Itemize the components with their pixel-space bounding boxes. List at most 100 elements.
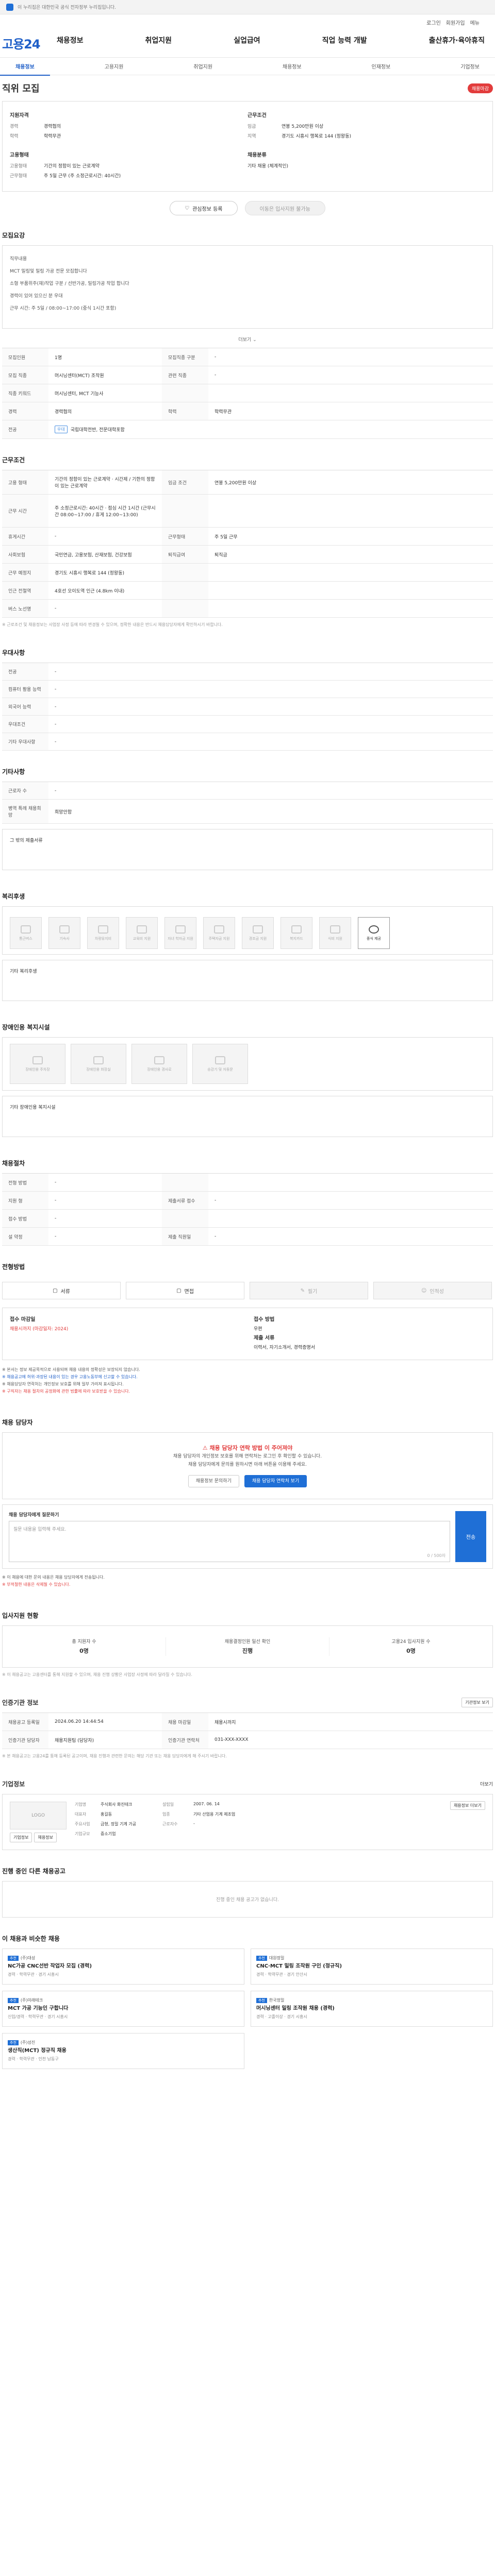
agency-header: 인증기관 정보 기관정보 보기 [0,1692,495,1713]
method-buttons: ▢ 서류 ▢ 면접 ✎ 필기 ☺ 인적성 [0,1277,495,1308]
welfare-item: 교육비 지원 [126,917,158,949]
agency-note: ※ 본 채용공고는 고용24를 통해 등록된 공고이며, 채용 진행과 관련한 … [2,1754,227,1758]
disability-item: 장애인용 화장실 [71,1044,126,1084]
table-value: 031-XXX-XXXX [208,1731,493,1749]
table-value: - [48,733,493,751]
warning-icon: ⚠ [202,1445,210,1451]
recommend-card[interactable]: 추천 (주)성진 생산직(MCT) 정규직 채용 경력 · 학력무관 · 인천 남동구 [2,2033,244,2069]
recommend-card[interactable]: 추천 한국정밀 머시닝센터 밀링 조작원 채용 (경력) 경력 · 고졸이상 · 경기… [251,1991,493,2027]
inquiry-textarea[interactable]: 질문 내용을 입력해 주세요. 0 / 500자 [9,1521,450,1562]
recruit-text-line: 직무내용 [10,257,27,262]
table-value: 경력협의 [48,402,162,420]
table-key: 고용 형태 [2,470,48,495]
summary-key: 임금 [248,124,256,129]
parking-icon [32,1056,43,1064]
company-more-link[interactable]: 더보기 [480,1781,493,1787]
table-value [208,1210,493,1228]
job-title: 직위 모집 [2,83,40,94]
subnav-company[interactable]: 기업정보 [445,62,495,70]
prefer-table: 전공 - 컴퓨터 활용 능력 - 외국어 능력 - 우대조건 - 기타 우대사항 - [2,663,493,751]
nav-vocational-training[interactable]: 직업 능력 개발 [322,35,367,45]
table-value: 학력무관 [208,402,493,420]
company-value [193,1831,442,1837]
section-title-recruit: 모집요강 [2,231,25,239]
header-utility: 로그인 회원가입 메뉴 [426,19,480,26]
site-logo[interactable]: 고용24 [2,34,41,52]
method-written-button[interactable]: ✎ 필기 [250,1282,368,1299]
agency-info-button[interactable]: 기관정보 보기 [461,1697,493,1707]
disability-grid: 장애인용 주차장 장애인용 화장실 장애인용 경사로 승강기 및 자동문 [2,1037,493,1091]
inquiry-button[interactable]: 채용정보 문의하기 [188,1475,239,1487]
subnav-support[interactable]: 취업지원 [178,62,228,70]
table-key: 학력 [162,402,208,420]
login-link[interactable]: 로그인 [426,19,441,26]
table-value: 주 소정근로시간: 40시간 · 점심 시간 1시간 (근무시간 08:00~1… [48,495,162,528]
method-interview-button[interactable]: ▢ 면접 [126,1282,244,1299]
deadline-value: 채용시까지 (마감일자: 2024) [10,1327,69,1332]
pencil-icon: ✎ [300,1287,305,1294]
manager-alert-buttons: 채용정보 문의하기 채용 담당자 연락처 보기 [3,1475,492,1487]
manager-alert-title-text: 채용 담당자 연락 방법 이 주어져야 [209,1445,293,1451]
table-key: 직종 키워드 [2,384,48,402]
sub-nav: 채용정보 고용지원 취업지원 채용정보 인재정보 기업정보 [0,58,495,76]
reco-name-row: 추천 한국정밀 [256,1996,487,2005]
save-interest-button[interactable]: ♡ 관심정보 등록 [170,201,238,215]
table-value [208,495,493,528]
table-key [162,1174,208,1192]
company-info-button[interactable]: 기업정보 [10,1833,32,1842]
menu-link[interactable]: 메뉴 [470,19,480,26]
summary-employment-type: 고용형태 고용형태 기간의 정함이 있는 근로계약 근무형태 주 5일 근무 (주 … [10,146,248,186]
table-value [208,564,493,582]
recommend-list: 추천 (주)대성 NC가공 CNC선반 작업자 모집 (경력) 경력 · 학력무관 ·… [0,1948,495,2090]
subnav-employment[interactable]: 고용지원 [89,62,139,70]
company-jobs-button[interactable]: 채용정보 [34,1833,57,1842]
disability-label: 승강기 및 자동문 [207,1067,233,1072]
recruit-more-button[interactable]: 더보기 ⌄ [0,333,495,348]
inquiry-send-button[interactable]: 전송 [455,1511,486,1562]
view-contact-button[interactable]: 채용 담당자 연락처 보기 [244,1475,307,1487]
recruit-text-line: 경력이 있어 있으신 분 우대 [10,294,63,299]
status-value: 0명 [406,1648,416,1654]
table-value [208,600,493,618]
status-badge: 채용마감 [467,83,493,93]
company-jobs-more-button[interactable]: 채용정보 더보기 [450,1801,485,1810]
gov-notice-text: 이 누리집은 대한민국 공식 전자정부 누리집입니다. [18,5,117,10]
company-value: 주식회사 화진테크 [101,1802,133,1807]
recommend-card[interactable]: 추천 (주)대성 NC가공 CNC선반 작업자 모집 (경력) 경력 · 학력무관 ·… [2,1948,244,1985]
nav-employment-support[interactable]: 취업지원 [145,35,172,45]
graduation-icon [175,925,186,934]
signup-link[interactable]: 회원가입 [446,19,465,26]
apply-button[interactable]: 이동은 입사지원 불가능 [244,201,325,215]
company-key: 대표자 [75,1812,87,1817]
disability-item: 장애인용 경사로 [131,1044,187,1084]
table-key: 사회보험 [2,546,48,564]
nav-unemployment-benefit[interactable]: 실업급여 [234,35,260,45]
welfare-grid: 통근버스 기숙사 차량유지비 교육비 지원 자녀 학자금 지원 주택자금 지원 … [10,917,485,949]
company-logo-area: LOGO 기업정보 채용정보 [10,1802,67,1842]
table-value: - [48,1210,162,1228]
prefer-tag: 우대 [55,426,68,433]
recommend-card[interactable]: 추천 (주)미래테크 MCT 가공 기능인 구합니다 신입/경력 · 학력무관 · 경… [2,1991,244,2027]
reco-meta: 경력 · 학력무관 · 경기 시흥시 [8,1972,59,1977]
recruit-description-box: 직무내용 MCT 밀링및 밀링 가공 전문 모집합니다 소형 부품위주(재)작업… [2,245,493,329]
summary-category-title: 채용분류 [248,152,267,158]
table-value [208,1174,493,1192]
reco-meta: 경력 · 학력무관 · 인천 남동구 [8,2057,59,2061]
welfare-label: 복지카드 [290,936,303,941]
method-document-button[interactable]: ▢ 서류 [2,1282,121,1299]
subnav-jobinfo[interactable]: 채용정보 [267,62,317,70]
welfare-item: 복지카드 [280,917,312,949]
subnav-jobs[interactable]: 채용정보 [0,62,50,76]
subnav-talent[interactable]: 인재정보 [356,62,406,70]
welfare-label: 자녀 학자금 지원 [168,936,193,941]
table-key: 인증기관 담당자 [2,1731,48,1749]
nav-maternity-leave[interactable]: 출산휴가·육아휴직 [429,35,485,45]
recommend-card[interactable]: 추천 대원정밀 CNC·MCT 밀링 조작원 구인 (정규직) 경력 · 학력무관 ·… [251,1948,493,1985]
main-nav: 채용정보 취업지원 실업급여 직업 능력 개발 출산휴가·육아휴직 [57,35,485,45]
recruit-text-line: 소형 부품위주(재)작업 구분 / 선반가공, 밀링가공 작업 합니다 [10,281,129,286]
interview-icon: ▢ [176,1287,182,1294]
manager-alert-box: ⚠ 채용 담당자 연락 방법 이 주어져야 채용 담당자의 개인정보 보호를 위… [2,1432,493,1499]
nav-jobs[interactable]: 채용정보 [57,35,84,45]
company-logo-buttons: 기업정보 채용정보 [10,1833,67,1842]
method-aptitude-button[interactable]: ☺ 인적성 [373,1282,492,1299]
